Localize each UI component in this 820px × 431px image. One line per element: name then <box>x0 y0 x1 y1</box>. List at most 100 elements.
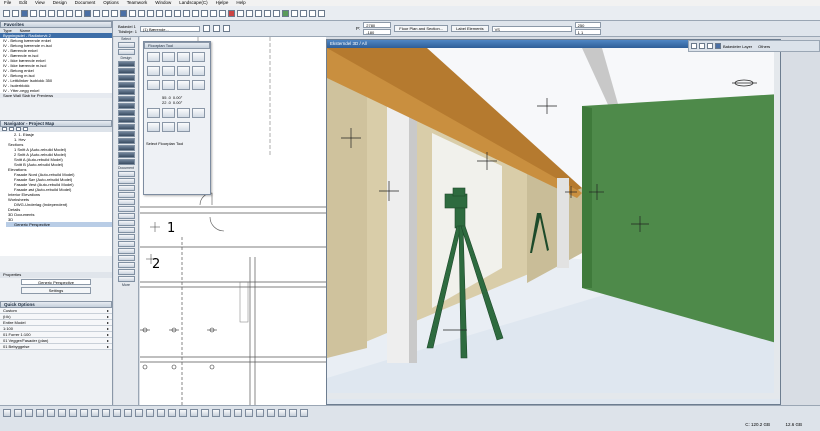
new-file-icon[interactable] <box>3 9 10 17</box>
slab-tool[interactable] <box>117 82 135 88</box>
wall-arc-button[interactable] <box>192 80 205 90</box>
snap-icon[interactable] <box>246 9 253 17</box>
roof-tool[interactable] <box>117 103 135 109</box>
wall-rect-button[interactable] <box>177 80 190 90</box>
status-tool-icon[interactable] <box>14 409 22 417</box>
stair-tool[interactable] <box>117 89 135 95</box>
fill-tool[interactable] <box>117 199 135 205</box>
stair-button[interactable] <box>192 52 205 62</box>
dimension-tool[interactable] <box>117 171 135 177</box>
window-tool[interactable] <box>117 138 135 144</box>
layer-visibility-icon[interactable] <box>691 43 697 49</box>
change-tool[interactable] <box>117 262 135 268</box>
mirror-icon[interactable] <box>192 9 199 17</box>
polyline-tool[interactable] <box>117 220 135 226</box>
grid-marker-2[interactable]: 2 <box>152 257 160 272</box>
status-tool-icon[interactable] <box>91 409 99 417</box>
drawing-tool[interactable] <box>117 227 135 233</box>
3d-window-icon[interactable] <box>102 9 109 17</box>
resize-icon[interactable] <box>210 9 217 17</box>
chevron-right-icon[interactable]: ▸ <box>107 320 109 325</box>
layer-color-icon[interactable] <box>715 43 721 49</box>
marquee-icon[interactable] <box>129 9 136 17</box>
redo-icon[interactable] <box>75 9 82 17</box>
detail-tool[interactable] <box>117 255 135 261</box>
p-value-bottom[interactable]: -180 <box>363 29 392 35</box>
beam-tool[interactable] <box>117 75 135 81</box>
status-tool-icon[interactable] <box>124 409 132 417</box>
rotate-icon[interactable] <box>183 9 190 17</box>
door-tool[interactable] <box>117 131 135 137</box>
zoom-in-icon[interactable] <box>138 9 145 17</box>
arrow-tool-icon[interactable] <box>120 9 127 17</box>
curtain-wall-tool[interactable] <box>117 124 135 130</box>
skylight-tool[interactable] <box>117 117 135 123</box>
column-button[interactable] <box>147 108 160 118</box>
status-tool-icon[interactable] <box>3 409 11 417</box>
marquee-tool[interactable] <box>117 49 135 55</box>
chevron-right-icon[interactable]: ▸ <box>107 332 109 337</box>
status-tool-icon[interactable] <box>113 409 121 417</box>
3d-window[interactable]: Eksterndel 3D / All <box>326 39 781 405</box>
vis-field[interactable]: VS <box>491 25 572 32</box>
column-tool[interactable] <box>117 68 135 74</box>
elevate-icon[interactable] <box>201 9 208 17</box>
ring-button[interactable] <box>192 108 205 118</box>
orbit-icon[interactable] <box>174 9 181 17</box>
layer-dropdown[interactable]: (1) Bærende... <box>139 25 200 32</box>
status-tool-icon[interactable] <box>278 409 286 417</box>
publisher-icon[interactable] <box>23 127 28 131</box>
railing-tool[interactable] <box>117 96 135 102</box>
pen-set-icon[interactable] <box>273 9 280 17</box>
text-tool[interactable] <box>117 185 135 191</box>
reference-line-icon[interactable] <box>212 25 220 32</box>
poly-button[interactable] <box>162 66 175 76</box>
label-elements-button[interactable]: Label Elements <box>451 25 489 32</box>
status-tool-icon[interactable] <box>223 409 231 417</box>
fit-window-icon[interactable] <box>156 9 163 17</box>
num-field-2[interactable]: 1 1 <box>574 29 601 35</box>
status-tool-icon[interactable] <box>157 409 165 417</box>
status-tool-icon[interactable] <box>256 409 264 417</box>
figure-tool[interactable] <box>117 276 135 282</box>
print-icon[interactable] <box>30 9 37 17</box>
navigator-title[interactable]: Navigator - Project Map <box>0 120 112 127</box>
camera-icon[interactable] <box>291 9 298 17</box>
level-dimension-tool[interactable] <box>117 178 135 184</box>
section-tool[interactable] <box>117 234 135 240</box>
view-properties-field[interactable]: Generic Perspective <box>21 279 91 285</box>
status-tool-icon[interactable] <box>58 409 66 417</box>
slab-button[interactable] <box>162 52 175 62</box>
status-tool-icon[interactable] <box>47 409 55 417</box>
mesh-tool[interactable] <box>117 159 135 165</box>
magic-wand-button[interactable] <box>192 66 205 76</box>
geometry-method-icon[interactable] <box>202 25 210 32</box>
grid-marker-1[interactable]: 1 <box>167 221 175 236</box>
shell-tool[interactable] <box>117 110 135 116</box>
guide-line-icon[interactable] <box>237 9 244 17</box>
favorites-title[interactable]: Favorites <box>0 21 112 28</box>
status-tool-icon[interactable] <box>179 409 187 417</box>
settings-button[interactable]: Settings <box>21 287 91 294</box>
status-tool-icon[interactable] <box>25 409 33 417</box>
open-file-icon[interactable] <box>12 9 19 17</box>
status-tool-icon[interactable] <box>190 409 198 417</box>
num-field-1[interactable]: 250 <box>574 22 601 28</box>
measure-icon[interactable] <box>300 9 307 17</box>
save-icon[interactable] <box>21 9 28 17</box>
layer-lock-icon[interactable] <box>699 43 705 49</box>
chevron-right-icon[interactable]: ▸ <box>107 326 109 331</box>
quick-option-row[interactable]: 01 Bebyggelse ▸ <box>0 344 112 350</box>
paste-icon[interactable] <box>57 9 64 17</box>
p-value-top[interactable]: 2780 <box>363 22 392 28</box>
layer-wireframe-icon[interactable] <box>707 43 713 49</box>
offset-icon[interactable] <box>219 9 226 17</box>
quick-options-title[interactable]: Quick Options <box>0 301 112 308</box>
status-tool-icon[interactable] <box>146 409 154 417</box>
copy-icon[interactable] <box>48 9 55 17</box>
beam-button[interactable] <box>162 108 175 118</box>
arc-tool[interactable] <box>117 213 135 219</box>
zone-tool[interactable] <box>117 152 135 158</box>
chevron-right-icon[interactable]: ▸ <box>107 338 109 343</box>
status-tool-icon[interactable] <box>245 409 253 417</box>
